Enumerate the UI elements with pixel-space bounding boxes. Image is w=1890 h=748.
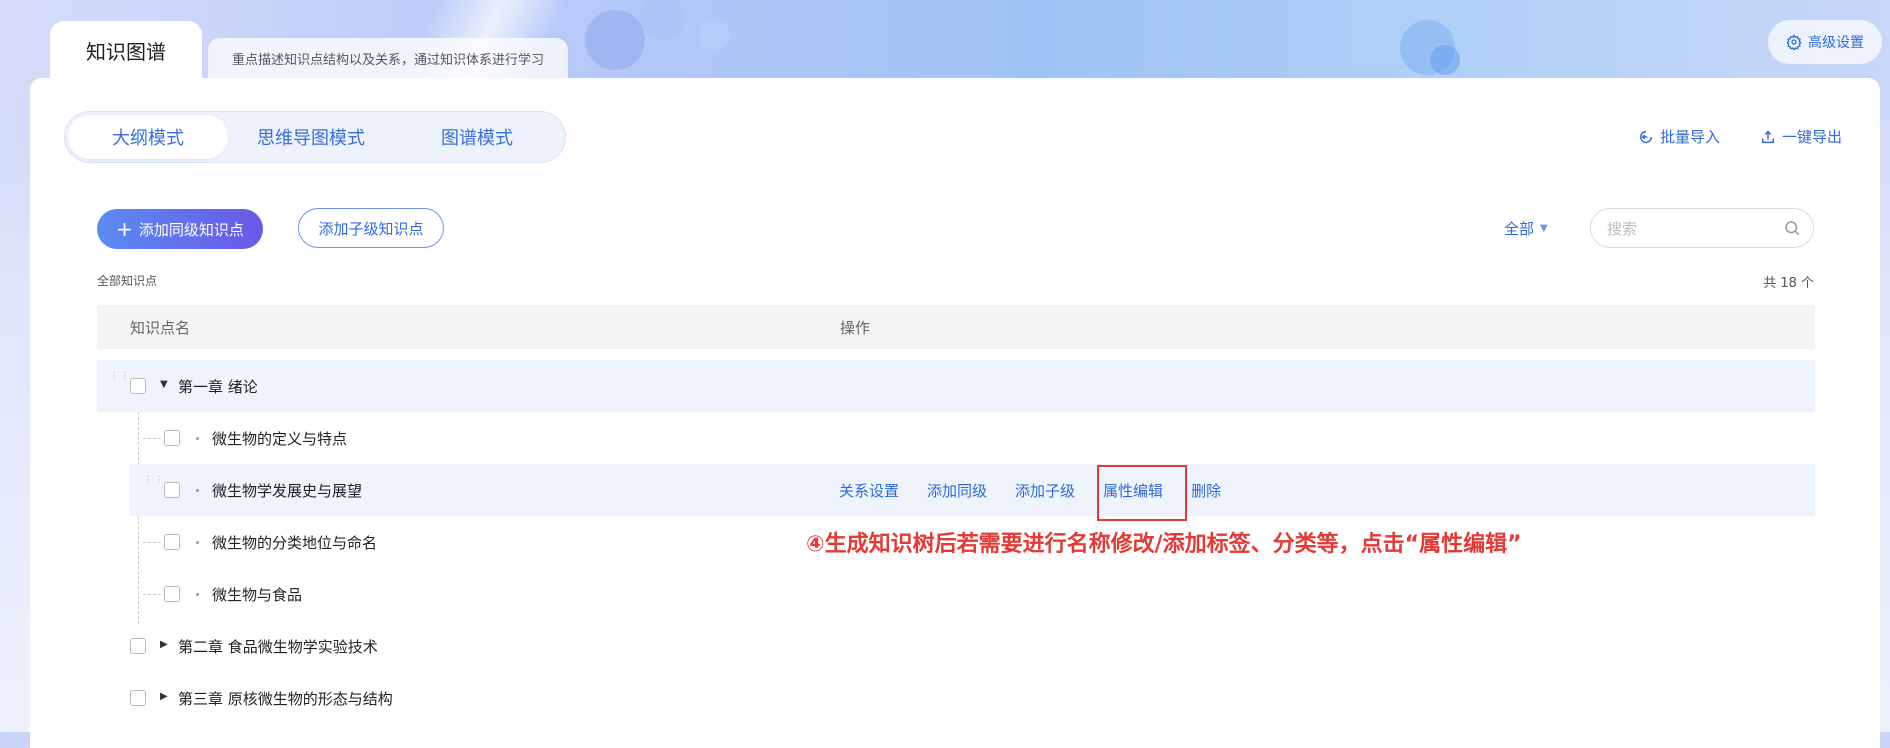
plus-icon: + [116, 217, 133, 241]
bullet-icon [196, 437, 199, 440]
caret-down-icon: ▼ [1540, 223, 1548, 234]
batch-import-button[interactable]: 批量导入 [1638, 126, 1720, 147]
filter-dropdown[interactable]: 全部 ▼ [1504, 218, 1548, 239]
bullet-icon [196, 489, 199, 492]
bullet-icon [196, 541, 199, 544]
search-input[interactable]: 搜索 [1590, 208, 1814, 248]
mode-graph[interactable]: 图谱模式 [394, 115, 560, 159]
export-button[interactable]: 一键导出 [1760, 126, 1842, 147]
table-header: 知识点名 操作 [97, 305, 1815, 349]
row-checkbox[interactable] [164, 430, 180, 446]
mode-outline[interactable]: 大纲模式 [68, 115, 228, 159]
row-checkbox[interactable] [130, 638, 146, 654]
search-placeholder: 搜索 [1607, 219, 1638, 238]
row-actions: 关系设置 添加同级 添加子级 属性编辑 删除 [839, 480, 1249, 501]
table-row[interactable]: ▶ 第三章 原核微生物的形态与结构 [97, 672, 1815, 724]
row-label: 微生物的定义与特点 [212, 430, 348, 448]
banner-bubble [640, 0, 685, 40]
tutorial-annotation: ④生成知识树后若需要进行名称修改/添加标签、分类等，点击“属性编辑” [806, 532, 1522, 557]
highlight-box [1097, 465, 1187, 521]
knowledge-count: 共 18 个 [1763, 276, 1814, 291]
table-row[interactable]: ⋮⋮ ▼ 第一章 绪论 [97, 360, 1815, 412]
col-name-header: 知识点名 [130, 319, 191, 337]
tab-label: 知识图谱 [86, 39, 166, 64]
mode-switcher: 大纲模式 思维导图模式 图谱模式 [64, 111, 566, 163]
add-sibling-knowledge-button[interactable]: + 添加同级知识点 [97, 209, 263, 249]
row-checkbox[interactable] [130, 690, 146, 706]
add-child-link[interactable]: 添加子级 [1015, 480, 1075, 501]
banner-bubble [700, 20, 730, 50]
row-label: 微生物与食品 [212, 586, 303, 604]
row-label: 第三章 原核微生物的形态与结构 [178, 690, 393, 708]
table-row[interactable]: ▶ 第二章 食品微生物学实验技术 [97, 620, 1815, 672]
add-child-knowledge-button[interactable]: 添加子级知识点 [298, 208, 444, 248]
banner-bubble [1430, 45, 1460, 75]
advanced-settings-button[interactable]: 高级设置 [1768, 20, 1882, 64]
add-sibling-link[interactable]: 添加同级 [927, 480, 987, 501]
col-ops-header: 操作 [840, 319, 871, 337]
tree-connector [143, 542, 161, 543]
banner-bubble [585, 10, 645, 70]
mode-mindmap[interactable]: 思维导图模式 [228, 115, 394, 159]
caret-down-icon[interactable]: ▼ [160, 379, 168, 390]
all-knowledge-label: 全部知识点 [97, 274, 158, 288]
import-icon [1639, 130, 1653, 143]
row-label: 微生物学发展史与展望 [212, 482, 363, 500]
relation-settings-link[interactable]: 关系设置 [839, 480, 899, 501]
advanced-settings-label: 高级设置 [1808, 35, 1864, 51]
drag-handle-icon[interactable]: ⋮⋮ [109, 372, 130, 394]
tab-description-text: 重点描述知识点结构以及关系，通过知识体系进行学习 [231, 53, 544, 68]
caret-right-icon[interactable]: ▶ [160, 639, 168, 650]
row-label: 第一章 绪论 [178, 378, 258, 396]
tree-connector [143, 438, 161, 439]
row-checkbox[interactable] [164, 586, 180, 602]
bullet-icon [196, 593, 199, 596]
row-label: 第二章 食品微生物学实验技术 [178, 638, 378, 656]
tab-knowledge-graph[interactable]: 知识图谱 [50, 21, 202, 79]
gear-icon [1786, 34, 1802, 50]
row-checkbox[interactable] [164, 534, 180, 550]
add-child-label: 添加子级知识点 [318, 219, 424, 238]
table-row[interactable]: ⋮⋮ 微生物学发展史与展望 关系设置 添加同级 添加子级 属性编辑 删除 [130, 464, 1815, 516]
drag-handle-icon[interactable]: ⋮⋮ [143, 476, 164, 498]
search-icon [1785, 221, 1800, 236]
tab-description: 重点描述知识点结构以及关系，通过知识体系进行学习 [208, 38, 568, 79]
export-label: 一键导出 [1782, 128, 1843, 146]
tree-connector [143, 594, 161, 595]
table-row[interactable]: 微生物的定义与特点 [130, 412, 1815, 464]
batch-import-label: 批量导入 [1660, 128, 1721, 146]
filter-value: 全部 [1504, 220, 1535, 238]
row-label: 微生物的分类地位与命名 [212, 534, 378, 552]
caret-right-icon[interactable]: ▶ [160, 691, 168, 702]
row-checkbox[interactable] [164, 482, 180, 498]
add-sibling-label: 添加同级知识点 [138, 220, 244, 239]
row-checkbox[interactable] [130, 378, 146, 394]
table-row[interactable]: 微生物与食品 [130, 568, 1815, 620]
upload-icon [1761, 130, 1775, 143]
delete-link[interactable]: 删除 [1191, 480, 1221, 501]
